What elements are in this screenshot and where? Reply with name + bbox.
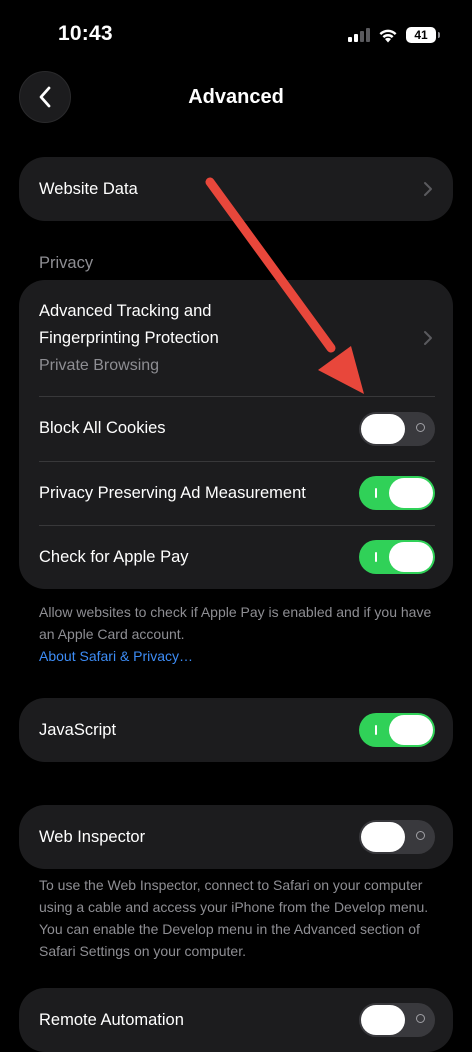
signal-icon — [348, 28, 370, 42]
tracking-protection-value: Private Browsing — [39, 356, 160, 374]
apple-pay-row: Check for Apple Pay — [19, 525, 453, 589]
privacy-footer: Allow websites to check if Apple Pay is … — [39, 601, 439, 667]
website-data-group: Website Data — [19, 157, 453, 221]
about-safari-privacy-link[interactable]: About Safari & Privacy… — [39, 645, 439, 667]
website-data-row[interactable]: Website Data — [19, 157, 453, 221]
website-data-label: Website Data — [39, 179, 138, 198]
remote-automation-group: Remote Automation — [19, 988, 453, 1052]
toggle-off-mark — [416, 1014, 425, 1023]
block-cookies-row: Block All Cookies — [19, 396, 453, 461]
ad-measurement-label: Privacy Preserving Ad Measurement — [39, 483, 306, 502]
status-time: 10:43 — [58, 22, 113, 45]
ad-measurement-row: Privacy Preserving Ad Measurement — [19, 461, 453, 525]
battery-level: 41 — [414, 28, 428, 42]
javascript-group: JavaScript — [19, 698, 453, 762]
tracking-protection-row[interactable]: Advanced Tracking and Fingerprinting Pro… — [19, 280, 453, 396]
ad-measurement-toggle[interactable] — [359, 476, 435, 510]
privacy-group: Advanced Tracking and Fingerprinting Pro… — [19, 280, 453, 589]
toggle-off-mark — [416, 831, 425, 840]
toggle-knob — [361, 1005, 405, 1035]
web-inspector-label: Web Inspector — [39, 827, 146, 846]
remote-automation-label: Remote Automation — [39, 1010, 184, 1029]
tracking-protection-title-line2: Fingerprinting Protection — [39, 328, 219, 347]
block-cookies-toggle[interactable] — [359, 411, 435, 446]
toggle-on-mark — [375, 488, 377, 498]
toggle-on-mark — [375, 552, 377, 562]
chevron-right-icon — [424, 182, 432, 196]
status-bar: 10:43 41 — [0, 0, 472, 70]
toggle-knob — [389, 715, 433, 745]
remote-automation-toggle[interactable] — [359, 1003, 435, 1037]
privacy-section-header: Privacy — [39, 254, 94, 272]
toggle-knob — [361, 822, 405, 852]
status-icons: 41 — [348, 24, 440, 46]
apple-pay-label: Check for Apple Pay — [39, 547, 189, 566]
toggle-knob — [389, 542, 433, 572]
toggle-on-mark — [375, 725, 377, 735]
block-cookies-label: Block All Cookies — [39, 419, 166, 437]
apple-pay-toggle[interactable] — [359, 540, 435, 574]
web-inspector-group: Web Inspector — [19, 805, 453, 869]
chevron-right-icon — [424, 331, 432, 345]
wifi-icon — [379, 29, 397, 42]
toggle-off-mark — [416, 422, 425, 432]
javascript-label: JavaScript — [39, 720, 117, 739]
javascript-row: JavaScript — [19, 698, 453, 762]
toggle-knob — [361, 413, 405, 444]
tracking-protection-text: Advanced Tracking and Fingerprinting Pro… — [39, 298, 423, 379]
tracking-protection-title-line1: Advanced Tracking and — [39, 301, 212, 320]
toggle-knob — [389, 478, 433, 508]
remote-automation-row: Remote Automation — [19, 988, 453, 1052]
web-inspector-row: Web Inspector — [19, 805, 453, 869]
battery-icon: 41 — [406, 27, 440, 43]
page-title: Advanced — [188, 86, 284, 108]
privacy-footer-text: Allow websites to check if Apple Pay is … — [39, 604, 432, 642]
javascript-toggle[interactable] — [359, 713, 435, 747]
web-inspector-footer: To use the Web Inspector, connect to Saf… — [39, 877, 429, 959]
web-inspector-toggle[interactable] — [359, 820, 435, 854]
